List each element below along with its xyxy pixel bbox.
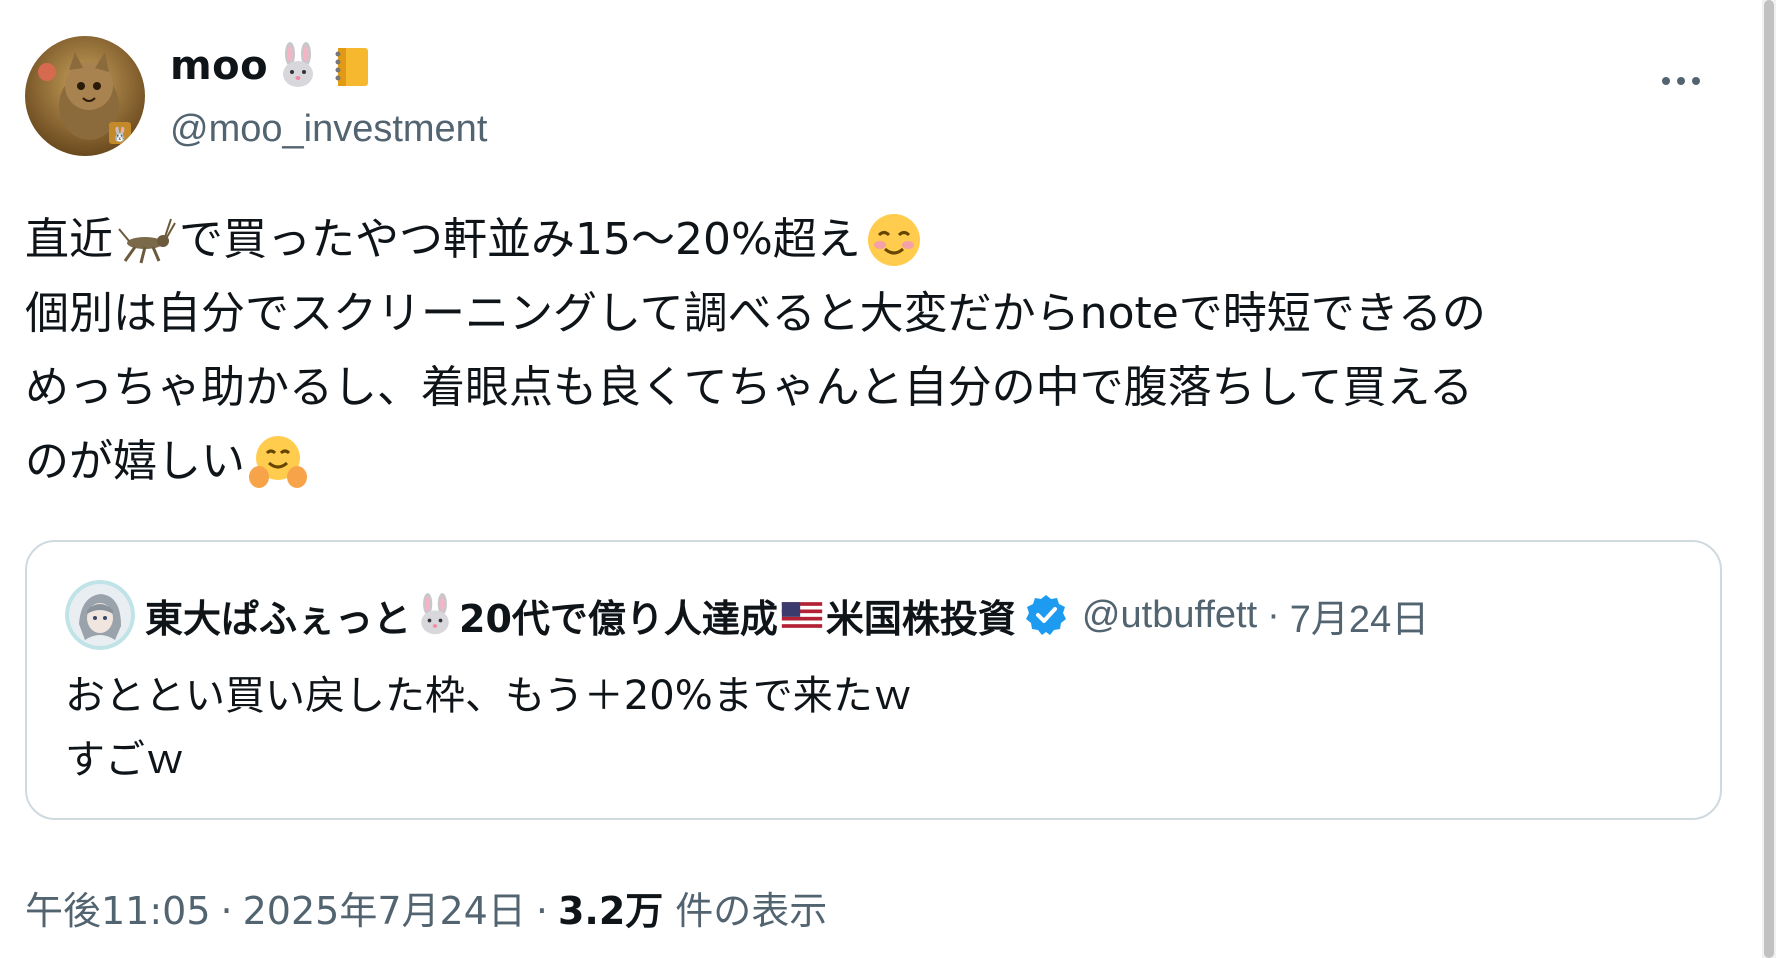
hugging-face-icon	[249, 436, 307, 488]
tweet-footer: 午後11:05 · 2025年7月24日 · 3.2万 件の表示	[25, 880, 827, 935]
quoted-tweet-line: すごｗ	[65, 737, 185, 783]
quoted-author-name[interactable]: 東大ぱふぇっと 20代で億り人達成 米国株投資	[145, 588, 1016, 643]
more-icon-dot	[1677, 77, 1685, 85]
quoted-author-name-part: 米国株投資	[825, 596, 1016, 641]
author-avatar[interactable]: 🐰	[25, 36, 145, 156]
tweet-line-4: のが嬉しい	[25, 425, 1745, 499]
quoted-author-name-part: 20代で億り人達成	[459, 596, 778, 641]
svg-text:🐰: 🐰	[111, 126, 128, 143]
tweet-line-2: 個別は自分でスクリーニングして調べると大変だからnoteで時短できるの	[25, 277, 1745, 351]
scrollbar-thumb[interactable]	[1764, 0, 1774, 958]
rabbit-face-icon	[421, 593, 449, 635]
quoted-tweet-date[interactable]: 7月24日	[1290, 588, 1429, 643]
tweet-text: めっちゃ助かるし、着眼点も良くてちゃんと自分の中で腹落ちして買える	[25, 362, 1474, 413]
views-label: 件の表示	[675, 889, 828, 933]
tweet-text: で買ったやつ軒並み15〜20%超え	[179, 214, 861, 265]
quoted-tweet-header: 東大ぱふぇっと 20代で億り人達成 米国株投資 @utbuffett · 7月2…	[65, 580, 1429, 650]
quoted-author-avatar[interactable]	[65, 580, 135, 650]
quoted-author-handle[interactable]: @utbuffett	[1082, 594, 1257, 637]
notebook-icon	[335, 48, 369, 86]
tweet-text: 個別は自分でスクリーニングして調べると大変だからnoteで時短できるの	[25, 288, 1486, 339]
more-icon	[1662, 77, 1670, 85]
author-name-row[interactable]: moo	[170, 42, 376, 90]
cricket-icon	[118, 218, 176, 264]
quoted-author-name-part: 東大ぱふぇっと	[145, 596, 412, 641]
scrollbar-track[interactable]	[1762, 0, 1776, 958]
tweet-line-3: めっちゃ助かるし、着眼点も良くてちゃんと自分の中で腹落ちして買える	[25, 351, 1745, 425]
footer-separator: ·	[535, 889, 548, 933]
rabbit-face-icon	[283, 42, 314, 87]
author-handle[interactable]: @moo_investment	[170, 108, 487, 151]
tweet: 🐰 moo @moo_investment 直近 で買ったやつ軒並み15〜20%…	[25, 0, 1725, 958]
tweet-date[interactable]: 2025年7月24日	[243, 880, 526, 935]
author-display-name[interactable]: moo	[170, 43, 268, 89]
quoted-meta-separator: ·	[1267, 593, 1280, 636]
us-flag-icon	[781, 602, 823, 628]
verified-badge-icon	[1025, 595, 1066, 635]
tweet-text: のが嬉しい	[25, 436, 245, 487]
tweet-header: 🐰 moo @moo_investment	[25, 36, 1725, 156]
quoted-tweet-text: おととい買い戻した枠、もう＋20%まで来たｗ すごｗ	[65, 664, 913, 792]
tweet-body: 直近 で買ったやつ軒並み15〜20%超え 個別は自分でスクリーニングして調べると…	[25, 203, 1745, 499]
smiling-face-icon	[867, 214, 920, 266]
footer-separator: ·	[220, 889, 233, 933]
tweet-line-1: 直近 で買ったやつ軒並み15〜20%超え	[25, 203, 1745, 277]
quoted-tweet-line: おととい買い戻した枠、もう＋20%まで来たｗ	[65, 673, 913, 719]
tweet-time[interactable]: 午後11:05	[25, 880, 211, 935]
tweet-text: 直近	[25, 214, 113, 265]
more-options-button[interactable]	[1651, 56, 1711, 106]
more-icon-dot	[1692, 77, 1700, 85]
views-count[interactable]: 3.2万	[558, 880, 663, 935]
quoted-tweet-card[interactable]: 東大ぱふぇっと 20代で億り人達成 米国株投資 @utbuffett · 7月2…	[25, 540, 1722, 820]
